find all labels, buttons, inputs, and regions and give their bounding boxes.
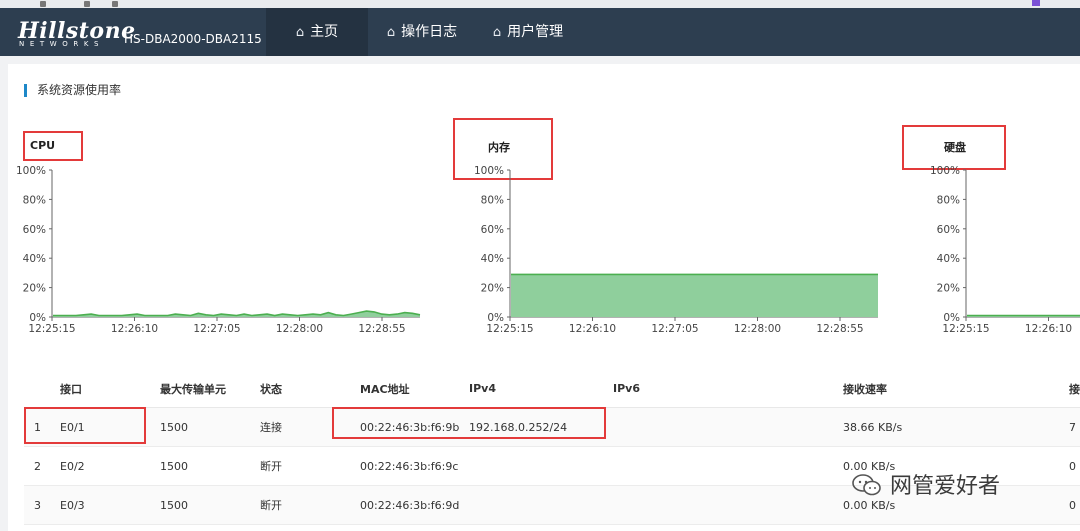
main-panel: 系统资源使用率 CPU 0% 20% 40% 60% 80% 100% 12:25:15 12…: [8, 64, 1080, 531]
col-ipv4-header[interactable]: IPv4: [469, 370, 613, 408]
x-tick-label: 12:25:15: [28, 323, 75, 335]
col-status-header[interactable]: 状态: [260, 370, 360, 408]
col-mac-header[interactable]: MAC地址: [360, 370, 469, 408]
y-tick-label: 40%: [481, 253, 504, 265]
y-tick-label: 60%: [481, 224, 504, 236]
x-tick-label: 12:25:15: [942, 323, 989, 335]
cpu-chart: 0%20%40%60%80%100%12:25:15 12:26:10 12:27:…: [16, 165, 421, 335]
home-icon: ⌂: [386, 25, 396, 40]
row-mtu: 1500: [160, 446, 260, 486]
row-tx: 7: [1069, 407, 1080, 447]
row-index: 3: [24, 485, 60, 525]
y-tick-label: 100%: [930, 165, 960, 177]
row-status: 断开: [260, 446, 360, 486]
col-rx-header[interactable]: 接收速率: [843, 370, 1069, 408]
device-name: HS-DBA2000-DBA2115: [124, 32, 262, 46]
browser-refresh-icon[interactable]: [112, 1, 118, 7]
row-ipv4: [469, 485, 613, 525]
interface-table: 接口 最大传输单元 状态 MAC地址 IPv4 IPv6 接收速率 接 1 E0…: [24, 370, 1080, 525]
x-tick-label: 12:28:55: [816, 323, 863, 335]
row-mac: 00:22:46:3b:f6:9c: [360, 446, 469, 486]
tab-operation-log-label: 操作日志: [401, 24, 458, 40]
highlight-box-cpu: [23, 131, 83, 161]
wechat-icon: [852, 474, 882, 496]
row-interface: E0/2: [60, 446, 160, 486]
highlight-box-interface: [24, 407, 146, 444]
logo-subtext: NETWORKS: [19, 40, 105, 48]
y-tick-label: 40%: [937, 253, 960, 265]
row-mtu: 1500: [160, 485, 260, 525]
x-tick-label: 12:25:15: [486, 323, 533, 335]
x-tick-label: 12:27:05: [193, 323, 240, 335]
home-icon: ⌂: [492, 25, 502, 40]
y-tick-label: 60%: [23, 224, 46, 236]
section-title: 系统资源使用率: [24, 84, 121, 97]
watermark: 网管爱好者: [852, 468, 1000, 500]
row-tx: 0: [1069, 446, 1080, 486]
table-header-row: 接口 最大传输单元 状态 MAC地址 IPv4 IPv6 接收速率 接: [24, 370, 1080, 408]
col-ipv6-header[interactable]: IPv6: [613, 370, 843, 408]
y-tick-label: 20%: [481, 283, 504, 295]
col-index-header: [24, 370, 60, 408]
row-tx: 0: [1069, 485, 1080, 525]
row-ipv6: [613, 446, 843, 486]
tab-user-management-label: 用户管理: [507, 24, 564, 40]
browser-forward-icon[interactable]: [84, 1, 90, 7]
x-tick-label: 12:28:55: [358, 323, 405, 335]
y-tick-label: 80%: [937, 194, 960, 206]
y-tick-label: 80%: [23, 194, 46, 206]
col-tx-header[interactable]: 接: [1069, 370, 1080, 408]
row-ipv6: [613, 407, 843, 447]
disk-chart: 0%20%40%60%80%100%12:25:15 12:26:10: [930, 165, 1080, 335]
y-tick-label: 100%: [16, 165, 46, 177]
browser-back-icon[interactable]: [40, 1, 46, 7]
y-tick-label: 40%: [23, 253, 46, 265]
home-icon: ⌂: [295, 25, 305, 40]
tab-home-label: 主页: [310, 24, 339, 40]
y-tick-label: 20%: [937, 283, 960, 295]
row-index: 2: [24, 446, 60, 486]
row-ipv6: [613, 485, 843, 525]
tab-operation-log[interactable]: ⌂ 操作日志: [372, 8, 472, 56]
area-fill: [511, 274, 878, 317]
y-tick-label: 80%: [481, 194, 504, 206]
memory-chart: 0%20%40%60%80%100%12:25:15 12:26:10 12:27:…: [474, 165, 878, 335]
row-mtu: 1500: [160, 407, 260, 447]
x-tick-label: 12:27:05: [651, 323, 698, 335]
x-tick-label: 12:28:00: [276, 323, 323, 335]
row-ipv4: [469, 446, 613, 486]
tab-user-management[interactable]: ⌂ 用户管理: [478, 8, 578, 56]
x-tick-label: 12:26:10: [1025, 323, 1072, 335]
browser-extension-icon[interactable]: [1032, 0, 1040, 6]
y-tick-label: 60%: [937, 224, 960, 236]
x-tick-label: 12:26:10: [569, 323, 616, 335]
col-mtu-header[interactable]: 最大传输单元: [160, 370, 260, 408]
row-rx: 38.66 KB/s: [843, 407, 1069, 447]
tab-home[interactable]: ⌂ 主页: [266, 8, 368, 56]
row-interface: E0/3: [60, 485, 160, 525]
x-tick-label: 12:28:00: [734, 323, 781, 335]
y-tick-label: 20%: [23, 283, 46, 295]
top-nav-bar: Hillstone NETWORKS HS-DBA2000-DBA2115 ⌂ 主…: [0, 8, 1080, 56]
watermark-text: 网管爱好者: [890, 474, 1001, 499]
row-status: 断开: [260, 485, 360, 525]
y-tick-label: 100%: [474, 165, 504, 177]
row-mac: 00:22:46:3b:f6:9d: [360, 485, 469, 525]
col-interface-header[interactable]: 接口: [60, 370, 160, 408]
highlight-box-address: [332, 407, 606, 439]
x-tick-label: 12:26:10: [111, 323, 158, 335]
hillstone-logo: Hillstone NETWORKS: [14, 16, 135, 50]
